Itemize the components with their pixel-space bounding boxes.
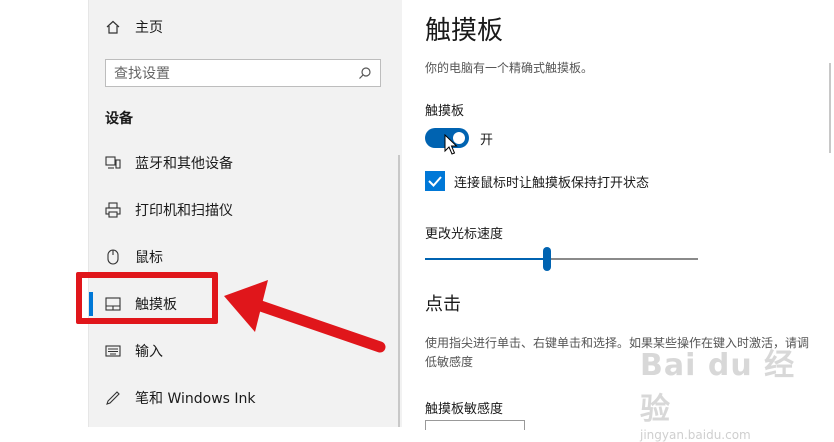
nav-item-label: 打印机和扫描仪	[135, 203, 233, 219]
nav-scrollbar[interactable]	[398, 155, 400, 427]
keyboard-icon	[105, 343, 121, 359]
touchpad-description: 你的电脑有一个精确式触摸板。	[425, 61, 594, 75]
toggle-state-text: 开	[480, 133, 494, 148]
nav-item-bluetooth[interactable]: 蓝牙和其他设备	[105, 148, 233, 178]
nav-item-mouse[interactable]: 鼠标	[105, 242, 163, 272]
watermark-brand: Bai du 经验	[640, 348, 796, 427]
nav-home-label: 主页	[135, 20, 163, 36]
section-title: 设备	[105, 111, 133, 127]
watermark-url: jingyan.baidu.com	[640, 428, 751, 442]
search-icon[interactable]	[358, 66, 372, 80]
mouse-pointer-icon	[444, 134, 458, 155]
nav-home[interactable]: 主页	[105, 12, 163, 42]
tap-section-heading: 点击	[425, 294, 461, 315]
printer-icon	[105, 202, 121, 218]
nav-item-typing[interactable]: 输入	[105, 336, 163, 366]
nav-item-pen[interactable]: 笔和 Windows Ink	[105, 383, 256, 413]
baidu-watermark: Bai du 经验 jingyan.baidu.com	[640, 340, 820, 442]
mouse-icon	[105, 249, 121, 265]
checkmark-icon	[428, 176, 442, 187]
sensitivity-dropdown[interactable]	[425, 420, 525, 430]
page-title: 触摸板	[425, 16, 504, 46]
cursor-speed-slider-thumb[interactable]	[543, 247, 551, 271]
sensitivity-label: 触摸板敏感度	[425, 402, 504, 417]
nav-item-label: 鼠标	[135, 250, 163, 266]
keep-touchpad-on-label: 连接鼠标时让触摸板保持打开状态	[454, 176, 650, 191]
content-scrollbar[interactable]	[829, 63, 831, 153]
bluetooth-devices-icon	[105, 155, 121, 171]
settings-nav-pane: 主页 查找设置 设备 蓝牙和其他设备 打印机和扫描仪 鼠标 触摸板 输入 笔和 …	[89, 0, 402, 427]
cursor-speed-track-filled	[425, 258, 548, 260]
cursor-speed-label: 更改光标速度	[425, 227, 504, 242]
nav-item-label: 蓝牙和其他设备	[135, 156, 233, 172]
home-icon	[105, 19, 121, 35]
nav-item-label: 输入	[135, 344, 163, 360]
search-placeholder: 查找设置	[114, 66, 170, 82]
touchpad-highlight-box	[76, 272, 218, 324]
search-input[interactable]: 查找设置	[105, 59, 381, 87]
nav-item-label: 笔和 Windows Ink	[135, 391, 256, 407]
touchpad-toggle-label: 触摸板	[425, 104, 465, 119]
nav-item-printers[interactable]: 打印机和扫描仪	[105, 195, 233, 225]
pen-icon	[105, 390, 121, 406]
cursor-speed-track[interactable]	[548, 258, 698, 260]
window-left-margin	[0, 0, 88, 427]
keep-touchpad-on-checkbox[interactable]	[425, 171, 445, 191]
